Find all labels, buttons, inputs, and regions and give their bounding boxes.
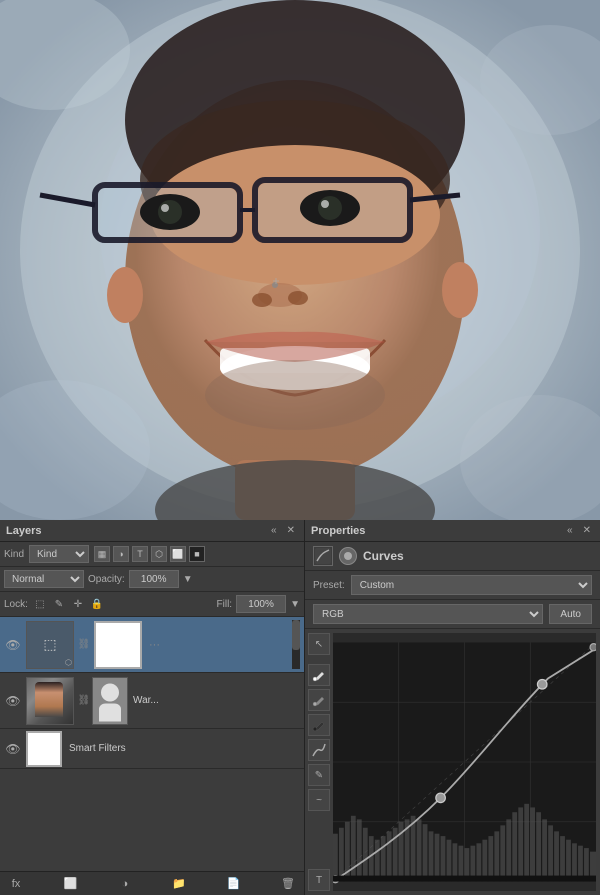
layer-1-thumb: ⬚ ⬡ [26, 621, 74, 669]
layers-panel-title: Layers [6, 525, 41, 537]
select-point-tool[interactable]: ↖ [308, 633, 330, 655]
bottom-panel: Layers « ✕ Kind Kind ▦ ◑ T ⬡ ⬜ ■ [0, 520, 600, 895]
layer-2-thumb [26, 677, 74, 725]
curve-display-tool[interactable] [308, 739, 330, 761]
curves-tools: ↖ ✎ ~ T [305, 629, 333, 895]
kind-icons: ▦ ◑ T ⬡ ⬜ ■ [94, 546, 205, 562]
eyedropper-gray-tool[interactable] [308, 689, 330, 711]
channel-select[interactable]: RGB Red Green Blue [313, 604, 543, 624]
mask-icon[interactable]: ⬜ [60, 875, 80, 893]
curves-area: ↖ ✎ ~ T [305, 629, 600, 895]
properties-collapse-btn[interactable]: « [564, 524, 576, 537]
layers-collapse-btn[interactable]: « [268, 524, 280, 537]
preset-label: Preset: [313, 580, 345, 591]
layer-item-2[interactable]: 👁 ⛓ War... [0, 673, 304, 729]
canvas-area [0, 0, 600, 520]
canvas-image [0, 0, 600, 520]
layers-panel-controls: « ✕ [268, 524, 298, 537]
layer-2-link[interactable]: ⛓ [78, 695, 90, 706]
lock-move-icon[interactable]: ✛ [70, 596, 86, 612]
fill-input[interactable] [236, 595, 286, 613]
opacity-label: Opacity: [88, 574, 125, 585]
smart-filter-icon[interactable]: ⬜ [170, 546, 186, 562]
layer-1-more[interactable]: ··· [146, 639, 163, 651]
layers-list: 👁 ⬚ ⬡ ⛓ ··· 👁 [0, 617, 304, 871]
smart-filter-info: Smart Filters [66, 743, 292, 754]
lock-label: Lock: [4, 599, 28, 610]
lock-pixel-icon[interactable]: ⬚ [32, 596, 48, 612]
lock-icons: ⬚ ✎ ✛ 🔒 [32, 596, 105, 612]
channel-row: RGB Red Green Blue Auto [305, 600, 600, 629]
smart-object-icon: ⬚ [43, 636, 56, 653]
curves-graph[interactable] [333, 633, 596, 891]
text-tool[interactable]: T [308, 869, 330, 891]
opacity-dropdown-icon[interactable]: ▼ [183, 574, 193, 585]
thumb-face [35, 682, 63, 717]
curves-label: Curves [363, 549, 404, 563]
layer-1-mask-thumb [94, 621, 142, 669]
pixel-filter-icon[interactable]: ▦ [94, 546, 110, 562]
properties-panel: Properties « ✕ Curves Preset: Cust [305, 520, 600, 895]
delete-layer-icon[interactable]: 🗑 [278, 875, 298, 893]
auto-button[interactable]: Auto [549, 604, 592, 624]
curves-svg [333, 633, 596, 891]
layer-item-smart-filters[interactable]: 👁 Smart Filters [0, 729, 304, 769]
smooth-tool[interactable]: ~ [308, 789, 330, 811]
kind-row: Kind Kind ▦ ◑ T ⬡ ⬜ ■ [0, 542, 304, 567]
properties-close-btn[interactable]: ✕ [580, 524, 594, 537]
kind-label: Kind [4, 549, 24, 560]
type-filter-icon[interactable]: T [132, 546, 148, 562]
opacity-input[interactable] [129, 570, 179, 588]
layer-scrollbar[interactable] [292, 620, 300, 669]
layers-panel: Layers « ✕ Kind Kind ▦ ◑ T ⬡ ⬜ ■ [0, 520, 305, 895]
lock-row: Lock: ⬚ ✎ ✛ 🔒 Fill: ▼ [0, 592, 304, 617]
layers-panel-header: Layers « ✕ [0, 520, 304, 542]
layer-2-name: War... [133, 695, 289, 706]
smart-filter-name: Smart Filters [69, 743, 289, 754]
kind-select[interactable]: Kind [29, 545, 89, 563]
layer-2-visibility[interactable]: 👁 [4, 692, 22, 710]
curves-dot [344, 552, 352, 560]
lock-all-icon[interactable]: 🔒 [89, 596, 105, 612]
properties-controls: « ✕ [564, 524, 594, 537]
blend-mode-select[interactable]: Normal [4, 570, 84, 588]
fx-icon[interactable]: fx [6, 875, 26, 893]
eyedropper-white-tool[interactable] [308, 664, 330, 686]
smart-filter-thumb [26, 731, 62, 767]
pencil-tool[interactable]: ✎ [308, 764, 330, 786]
properties-title: Properties [311, 525, 365, 537]
new-layer-icon[interactable]: 📄 [224, 875, 244, 893]
fill-label: Fill: [217, 599, 233, 610]
adjustment-icon[interactable]: ◑ [115, 875, 135, 893]
adjustment-filter-icon[interactable]: ◑ [113, 546, 129, 562]
scrollbar-thumb[interactable] [292, 620, 300, 650]
layers-close-btn[interactable]: ✕ [284, 524, 298, 537]
layer-item-1[interactable]: 👁 ⬚ ⬡ ⛓ ··· [0, 617, 304, 673]
preset-row: Preset: Custom [305, 571, 600, 600]
silhouette-body [99, 703, 121, 721]
shape-filter-icon[interactable]: ⬡ [151, 546, 167, 562]
silhouette-head [101, 683, 119, 701]
properties-header: Properties « ✕ [305, 520, 600, 542]
preset-select[interactable]: Custom [351, 575, 592, 595]
curves-header: Curves [305, 542, 600, 571]
layers-toolbar: fx ⬜ ◑ 📁 📄 🗑 [0, 871, 304, 895]
smart-filter-visibility[interactable]: 👁 [4, 740, 22, 758]
black-icon[interactable]: ■ [189, 546, 205, 562]
layer-2-info: War... [130, 695, 292, 706]
fill-dropdown-icon[interactable]: ▼ [290, 599, 300, 610]
eyedropper-black-tool[interactable] [308, 714, 330, 736]
lock-paint-icon[interactable]: ✎ [51, 596, 67, 612]
layer-1-link[interactable]: ⛓ [78, 639, 90, 650]
curves-adjustment-icon [313, 546, 333, 566]
smart-badge: ⬡ [65, 658, 72, 667]
layer-2-mask-thumb [92, 677, 128, 725]
curves-circle-icon [339, 547, 357, 565]
group-icon[interactable]: 📁 [169, 875, 189, 893]
opacity-row: Normal Opacity: ▼ [0, 567, 304, 592]
layer-1-visibility[interactable]: 👁 [4, 636, 22, 654]
silhouette [99, 683, 121, 718]
